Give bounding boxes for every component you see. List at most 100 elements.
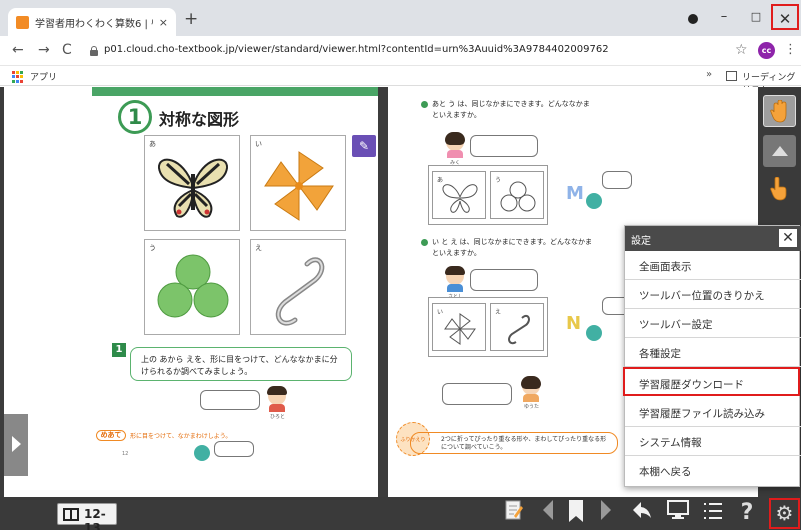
- clover-image: [157, 254, 229, 318]
- mini-figure-s-hook[interactable]: え: [490, 303, 544, 351]
- page-range: 12-13: [84, 507, 106, 530]
- mini-figure-clover[interactable]: う: [490, 171, 544, 219]
- goal-badge: めあて: [96, 430, 126, 441]
- section-number: 1: [118, 100, 152, 134]
- question-bullet: [421, 101, 428, 108]
- reading-list-icon[interactable]: [726, 71, 737, 81]
- list-icon[interactable]: [702, 499, 724, 527]
- s-hook-image: [275, 257, 325, 326]
- figure-pinwheel[interactable]: い: [250, 135, 346, 231]
- menu-item-toolbar-position[interactable]: ツールバー位置のきりかえ: [625, 280, 801, 309]
- clover-outline-image: [500, 181, 536, 212]
- side-panel-toggle[interactable]: [4, 414, 28, 476]
- triangle-up-icon: [772, 146, 788, 156]
- figure-clover[interactable]: う: [144, 239, 240, 335]
- speech-bubble[interactable]: [200, 390, 260, 410]
- window-maximize-button[interactable]: □: [744, 4, 768, 30]
- butterfly-outline-image: [442, 184, 478, 213]
- mascot-letter-m: M: [566, 183, 584, 204]
- note-icon[interactable]: [503, 499, 525, 527]
- speech-bubble[interactable]: [470, 135, 538, 157]
- menu-item-load-history-file[interactable]: 学習履歴ファイル読み込み: [625, 398, 801, 427]
- mini-figure-butterfly[interactable]: あ: [432, 171, 486, 219]
- pinwheel-image: [264, 151, 334, 221]
- mascot-character: [194, 445, 210, 461]
- section-header-bar: [92, 87, 378, 96]
- question-text: あと う は、同じなかまにできます。どんななかまといえますか。: [432, 100, 590, 119]
- screen-icon[interactable]: [666, 499, 690, 527]
- screen: 学習者用わくわく算数6 | 啓林館デジタル教科書ライブ... × + – □ ✕…: [0, 0, 801, 530]
- window-minimize-button[interactable]: –: [712, 4, 736, 30]
- mini-figure-pinwheel[interactable]: い: [432, 303, 486, 351]
- bookmarks-bar: アプリ » リーディング リスト: [0, 66, 801, 96]
- mascot-character: [586, 325, 602, 341]
- digital-content-icon[interactable]: ✎: [352, 135, 376, 157]
- back-arrow-icon[interactable]: [630, 499, 654, 527]
- lock-icon[interactable]: [90, 46, 98, 56]
- tab-close-icon[interactable]: ×: [159, 16, 168, 29]
- menu-item-system-info[interactable]: システム情報: [625, 427, 801, 456]
- tab-favicon-icon: [16, 15, 29, 29]
- hand-tool-button[interactable]: [763, 95, 796, 127]
- question-text: い と え は、同じなかまにできます。どんななかまといえますか。: [432, 238, 592, 257]
- prev-page-icon[interactable]: [538, 499, 558, 527]
- reload-button[interactable]: C: [62, 43, 72, 57]
- student-avatar: [266, 386, 288, 412]
- help-icon[interactable]: ?: [736, 499, 758, 527]
- apps-label[interactable]: アプリ: [30, 70, 57, 83]
- pinwheel-outline-image: [444, 313, 476, 345]
- student-avatar: [444, 132, 466, 158]
- menu-item-fullscreen[interactable]: 全画面表示: [625, 251, 801, 280]
- section-title: 対称な図形: [159, 110, 240, 129]
- pointer-tool-button[interactable]: [763, 173, 796, 205]
- speech-bubble[interactable]: [214, 441, 254, 457]
- window-close-button[interactable]: ✕: [771, 4, 799, 30]
- student-avatar: [444, 266, 466, 292]
- goal-text: 形に目をつけて、なかまわけしよう。: [130, 433, 232, 440]
- menu-item-toolbar-settings[interactable]: ツールバー設定: [625, 309, 801, 338]
- gear-icon[interactable]: ⚙: [769, 498, 800, 529]
- pointing-hand-icon: [770, 177, 787, 201]
- figure-butterfly[interactable]: あ: [144, 135, 240, 231]
- settings-menu: 設定 ✕ 全画面表示 ツールバー位置のきりかえ ツールバー設定 各種設定 学習履…: [623, 225, 801, 487]
- new-tab-button[interactable]: +: [184, 11, 198, 28]
- bookmark-icon[interactable]: [565, 499, 587, 527]
- figure-s-hook[interactable]: え: [250, 239, 346, 335]
- back-button[interactable]: ←: [12, 43, 24, 57]
- bookmarks-more-icon[interactable]: »: [706, 69, 712, 80]
- student-name: ゆうた: [524, 404, 540, 410]
- hand-icon: [770, 100, 787, 123]
- browser-tab-strip: 学習者用わくわく算数6 | 啓林館デジタル教科書ライブ... × + – □ ✕: [0, 0, 801, 36]
- menu-item-download-history[interactable]: 学習履歴ダウンロード: [623, 367, 800, 396]
- browser-tab[interactable]: 学習者用わくわく算数6 | 啓林館デジタル教科書ライブ... ×: [8, 8, 176, 36]
- bookmark-star-icon[interactable]: ☆: [735, 42, 748, 58]
- next-page-icon[interactable]: [596, 499, 616, 527]
- book-icon: [63, 508, 79, 521]
- chevron-right-icon: [12, 436, 21, 452]
- scroll-up-button[interactable]: [763, 135, 796, 167]
- settings-menu-title: 設定: [631, 236, 651, 247]
- s-hook-outline-image: [508, 314, 530, 345]
- address-bar[interactable]: p01.cloud.cho-textbook.jp/viewer/standar…: [104, 44, 609, 55]
- browser-menu-icon[interactable]: ⋮: [784, 42, 797, 57]
- tab-title: 学習者用わくわく算数6 | 啓林館デジタル教科書ライブ...: [35, 18, 153, 30]
- textbook-page-left[interactable]: 1 対称な図形 ✎ あ い う え 1 上の あから えを、形に目をつけて、どん…: [4, 87, 378, 497]
- close-menu-button[interactable]: ✕: [779, 229, 797, 247]
- browser-toolbar: ← → C p01.cloud.cho-textbook.jp/viewer/s…: [0, 36, 801, 66]
- speech-bubble[interactable]: [442, 383, 512, 405]
- menu-item-settings[interactable]: 各種設定: [625, 338, 801, 367]
- settings-menu-header: 設定 ✕: [625, 226, 801, 251]
- page-selector-button[interactable]: 12-13: [57, 503, 117, 530]
- reflection-note: 2つに折ってぴったり重なる形や、まわしてぴったり重なる形について調べていこう。: [410, 432, 618, 454]
- butterfly-image: [157, 158, 229, 218]
- speech-bubble[interactable]: [602, 171, 632, 189]
- profile-avatar[interactable]: cc: [758, 42, 775, 59]
- student-name: ひろと: [270, 414, 286, 420]
- question-1-text: 上の あから えを、形に目をつけて、どんななかまに分けられるか調べてみましょう。: [130, 347, 352, 381]
- forward-button[interactable]: →: [38, 43, 50, 57]
- media-indicator-icon[interactable]: [688, 14, 698, 24]
- mascot-letter-n: N: [566, 313, 582, 334]
- menu-item-back-to-bookshelf[interactable]: 本棚へ戻る: [625, 456, 801, 485]
- speech-bubble[interactable]: [470, 269, 538, 291]
- apps-grid-icon[interactable]: [12, 71, 24, 83]
